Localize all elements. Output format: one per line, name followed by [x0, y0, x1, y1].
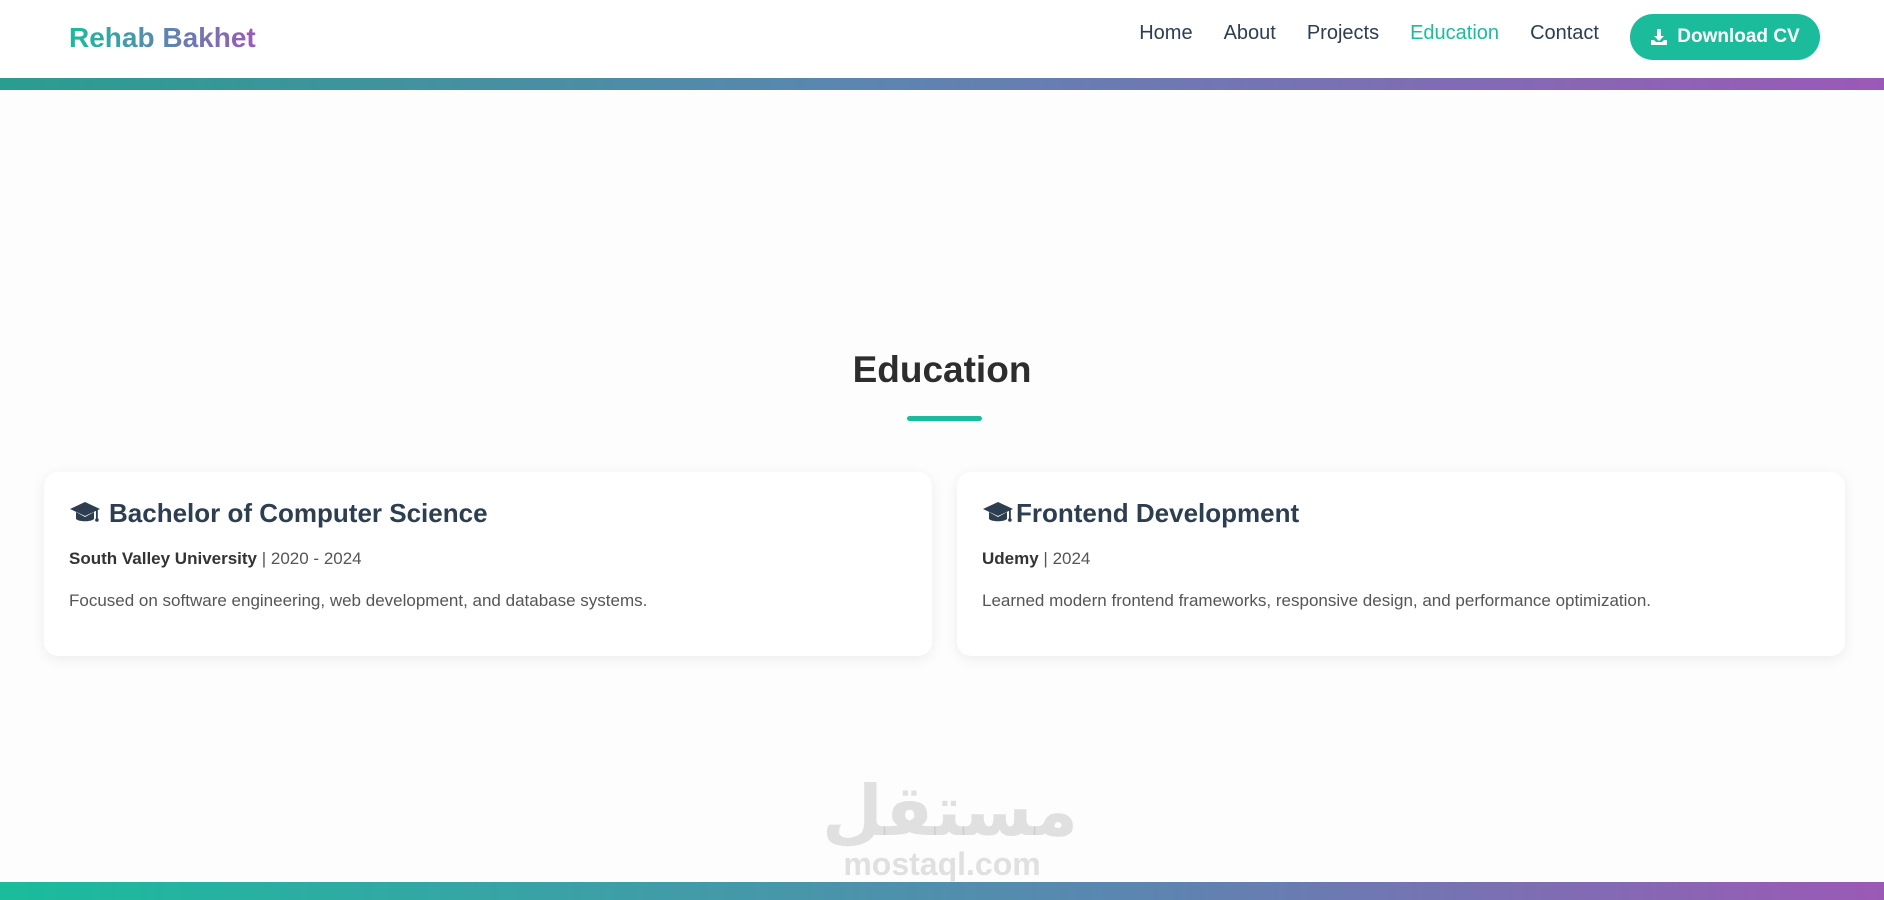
graduation-cap-icon	[69, 501, 101, 525]
nav-about[interactable]: About	[1224, 20, 1276, 46]
card-title: Frontend Development	[982, 496, 1820, 530]
main-nav: Home About Projects Education Contact Do…	[1139, 14, 1820, 60]
section-title: Education	[852, 349, 1032, 390]
watermark-arabic: مستقل	[822, 770, 1079, 852]
card-description: Focused on software engineering, web dev…	[69, 591, 648, 610]
header-gradient-bar	[0, 78, 1884, 90]
card-separator: |	[257, 549, 271, 568]
card-meta: Udemy | 2024	[982, 548, 1820, 570]
nav-contact[interactable]: Contact	[1530, 20, 1599, 46]
download-cv-label: Download CV	[1677, 26, 1800, 47]
graduation-cap-icon	[982, 501, 1014, 525]
card-org: Udemy	[982, 549, 1039, 568]
footer-gradient-bar	[0, 882, 1884, 900]
download-icon	[1650, 28, 1668, 46]
title-underline	[907, 416, 982, 421]
card-title-text: Frontend Development	[1016, 497, 1300, 528]
card-meta: South Valley University | 2020 - 2024	[69, 548, 907, 570]
site-header: Rehab Bakhet Home About Projects Educati…	[0, 0, 1884, 78]
nav-projects[interactable]: Projects	[1307, 20, 1379, 46]
card-title: Bachelor of Computer Science	[69, 496, 907, 530]
card-period: 2020 - 2024	[270, 549, 362, 568]
card-separator: |	[1038, 549, 1053, 568]
mostaql-watermark: مستقل mostaql.com	[822, 770, 1079, 882]
card-period: 2024	[1052, 549, 1091, 568]
card-description: Learned modern frontend frameworks, resp…	[982, 591, 1652, 610]
nav-education[interactable]: Education	[1410, 20, 1499, 46]
download-cv-button[interactable]: Download CV	[1630, 14, 1820, 60]
education-card: Bachelor of Computer Science South Valle…	[44, 472, 932, 656]
site-logo[interactable]: Rehab Bakhet	[69, 20, 256, 56]
watermark-latin: mostaql.com	[843, 846, 1041, 882]
card-org: South Valley University	[69, 549, 258, 568]
card-title-text: Bachelor of Computer Science	[109, 497, 488, 528]
nav-home[interactable]: Home	[1139, 20, 1192, 46]
education-card: Frontend Development Udemy | 2024 Learne…	[957, 472, 1845, 656]
